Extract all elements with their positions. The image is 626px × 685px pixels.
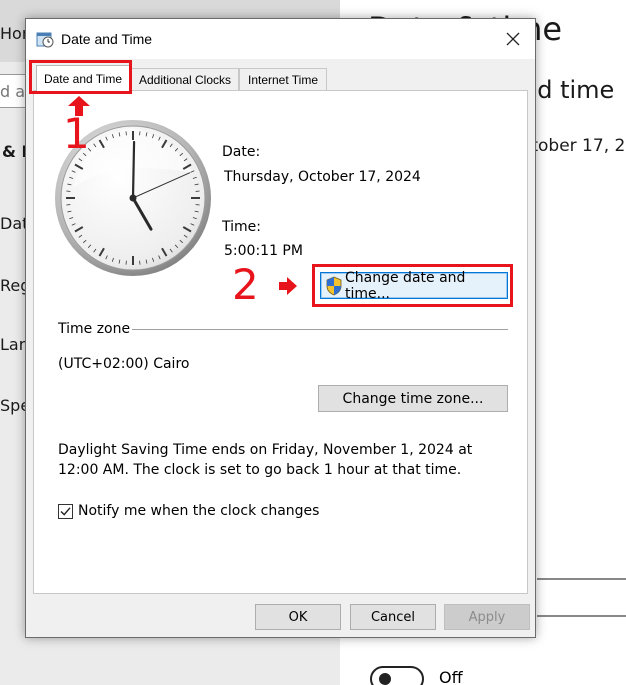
- tab-additional-clocks[interactable]: Additional Clocks: [131, 68, 239, 90]
- notify-label: Notify me when the clock changes: [78, 503, 320, 519]
- change-date-time-label: Change date and time...: [345, 269, 466, 302]
- settings-divider: [537, 615, 626, 617]
- dst-notice: Daylight Saving Time ends on Friday, Nov…: [58, 442, 473, 478]
- step-number-1: 1: [63, 109, 90, 158]
- date-label: Date:: [222, 144, 261, 160]
- dialog-title: Date and Time: [61, 31, 153, 47]
- tab-internet-time[interactable]: Internet Time: [239, 68, 327, 90]
- notify-checkbox-row[interactable]: Notify me when the clock changes: [58, 503, 319, 519]
- notify-checkbox[interactable]: [58, 503, 73, 519]
- dialog-titlebar[interactable]: Date and Time: [26, 19, 535, 59]
- clock-minute-hand: [131, 140, 136, 200]
- date-time-dialog: Date and Time Date and Time Additional C…: [25, 18, 536, 638]
- time-value: 5:00:11 PM: [224, 243, 303, 259]
- close-button[interactable]: [491, 19, 535, 59]
- calendar-clock-icon: [36, 32, 54, 48]
- change-time-zone-button[interactable]: Change time zone...: [318, 385, 508, 412]
- ok-button[interactable]: OK: [255, 604, 341, 630]
- settings-toggle-label: Off: [439, 668, 463, 685]
- step-number-2: 2: [232, 260, 259, 309]
- apply-button[interactable]: Apply: [444, 604, 530, 630]
- uac-shield-icon: [326, 276, 342, 295]
- date-value: Thursday, October 17, 2024: [224, 169, 421, 185]
- cancel-button[interactable]: Cancel: [350, 604, 436, 630]
- time-zone-value: (UTC+02:00) Cairo: [58, 356, 190, 372]
- settings-current-date: ctober 17, 20: [522, 136, 626, 156]
- settings-divider: [537, 578, 626, 580]
- tab-date-and-time[interactable]: Date and Time: [36, 65, 130, 92]
- settings-search-placeholder: d a: [0, 82, 26, 101]
- clock-center: [129, 194, 137, 202]
- time-label: Time:: [222, 219, 261, 235]
- checkmark-icon: [60, 506, 71, 516]
- close-icon: [506, 32, 520, 46]
- time-zone-label: Time zone: [58, 321, 131, 337]
- change-date-time-button[interactable]: Change date and time...: [320, 269, 508, 302]
- time-zone-divider: [132, 329, 508, 330]
- settings-toggle[interactable]: [370, 666, 424, 685]
- arrow-right-icon: [279, 277, 297, 295]
